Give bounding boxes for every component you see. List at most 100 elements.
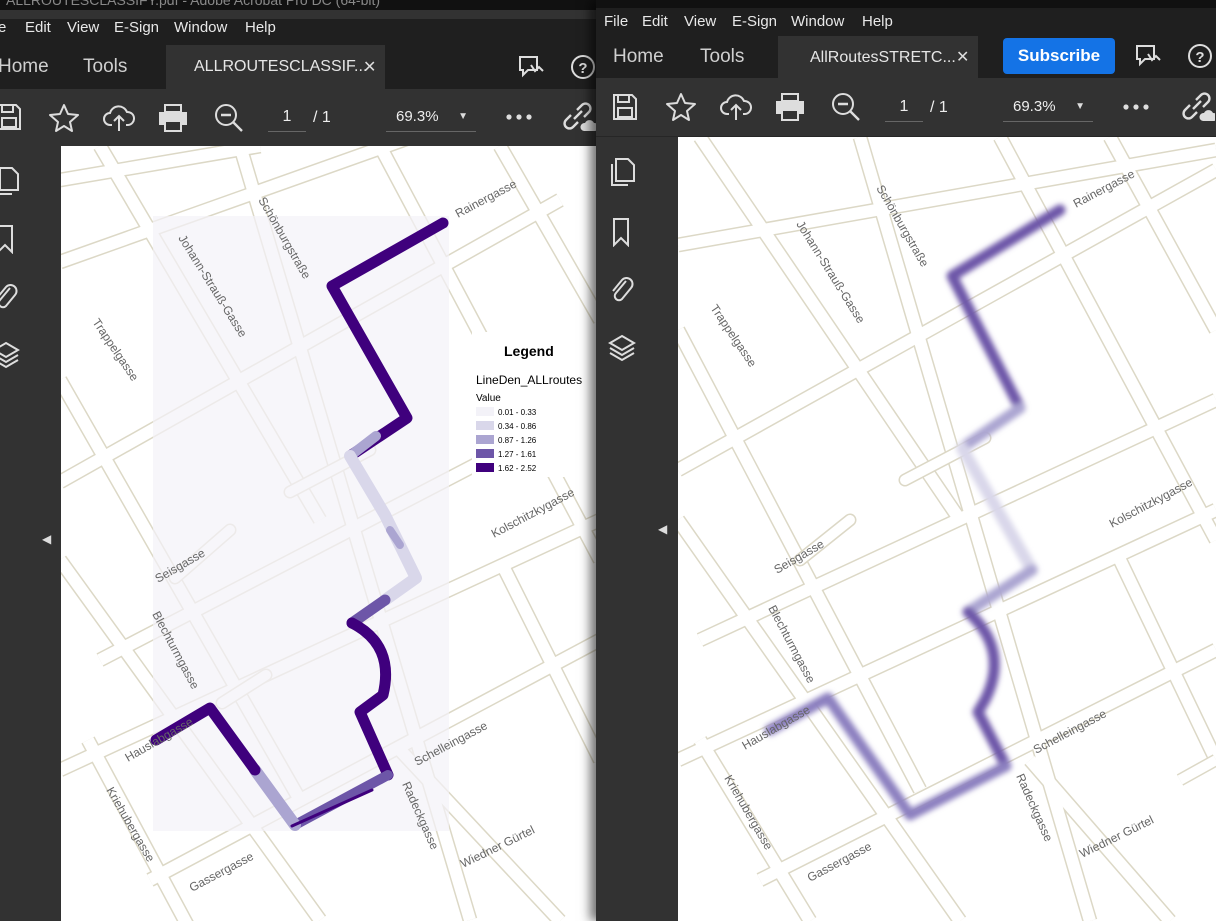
layers-icon[interactable] (0, 340, 20, 370)
label-trappelgasse: Trappelgasse (90, 316, 142, 384)
collapse-arrow-icon[interactable]: ◀ (42, 532, 51, 546)
document-tab-label: ALLROUTESCLASSIF... (194, 58, 368, 75)
left-acrobat-window: ALLROUTESCLASSIFY.pdf - Adobe Acrobat Pr… (0, 0, 600, 921)
right-acrobat-window: File Edit View E-Sign Window Help Home T… (596, 0, 1216, 921)
help-icon[interactable]: ? (1186, 42, 1214, 70)
document-tab-label: AllRoutesSTRETC... (810, 49, 956, 66)
bookmark-icon[interactable] (0, 224, 16, 254)
zoom-select[interactable]: 69.3% ▼ (1003, 93, 1093, 122)
menu-edit[interactable]: Edit (642, 13, 668, 30)
zoom-out-icon[interactable] (213, 102, 245, 134)
layers-icon[interactable] (608, 333, 636, 363)
tab-document[interactable]: AllRoutesSTRETC... ✕ (778, 36, 978, 78)
toolbar: 1 / 1 69.3% ▼ (596, 78, 1216, 137)
street-network (678, 137, 1216, 921)
menu-window[interactable]: Window (791, 13, 844, 30)
menu-file[interactable]: File (604, 13, 628, 30)
menu-edit[interactable]: Edit (25, 19, 51, 36)
star-icon[interactable] (665, 92, 697, 122)
legend-class-label: 1.62 - 2.52 (498, 464, 537, 473)
menu-esign[interactable]: E-Sign (114, 19, 159, 36)
menu-help[interactable]: Help (245, 19, 276, 36)
svg-text:?: ? (578, 60, 587, 77)
legend-layer: LineDen_ALLroutes (476, 373, 582, 387)
legend: Legend LineDen_ALLroutes Value 0.01 - 0.… (472, 332, 600, 477)
tab-home[interactable]: Home (0, 56, 49, 78)
bookmark-icon[interactable] (612, 217, 632, 247)
help-icon[interactable]: ? (569, 53, 597, 81)
attachment-icon[interactable] (610, 273, 634, 305)
tab-tools[interactable]: Tools (83, 56, 127, 78)
zoom-select[interactable]: 69.3% ▼ (386, 103, 476, 132)
save-icon[interactable] (0, 103, 22, 131)
pages-icon[interactable] (610, 157, 636, 187)
star-icon[interactable] (48, 103, 80, 133)
title-bar: ALLROUTESCLASSIFY.pdf - Adobe Acrobat Pr… (0, 0, 600, 10)
close-icon[interactable]: ✕ (363, 57, 376, 77)
menu-help[interactable]: Help (862, 13, 893, 30)
tab-bar: Home Tools AllRoutesSTRETC... ✕ Subscrib… (596, 36, 1216, 78)
menu-esign[interactable]: E-Sign (732, 13, 777, 30)
legend-swatch (476, 421, 494, 430)
zoom-out-icon[interactable] (830, 91, 862, 123)
svg-text:?: ? (1195, 49, 1204, 66)
left-sidebar: ◀ (0, 146, 61, 921)
page-number-input[interactable]: 1 (268, 103, 306, 132)
page-number-input[interactable]: 1 (885, 93, 923, 122)
close-icon[interactable]: ✕ (956, 47, 969, 67)
tab-home[interactable]: Home (613, 46, 664, 68)
window-title: ALLROUTESCLASSIFY.pdf - Adobe Acrobat Pr… (6, 0, 381, 8)
legend-title: Legend (504, 343, 554, 359)
print-icon[interactable] (774, 92, 806, 122)
tab-bar: Home Tools ALLROUTESCLASSIF... ✕ ? (0, 45, 600, 89)
legend-class-label: 0.34 - 0.86 (498, 422, 537, 431)
pdf-page: Rainergasse Schönburgstraße Johann-Strau… (61, 146, 600, 921)
chevron-down-icon: ▼ (1075, 101, 1085, 112)
legend-class-label: 0.87 - 1.26 (498, 436, 537, 445)
tab-tools[interactable]: Tools (700, 46, 744, 68)
save-icon[interactable] (612, 93, 638, 121)
label-rainergasse: Rainergasse (453, 177, 519, 221)
subscribe-button[interactable]: Subscribe (1003, 38, 1115, 74)
legend-class-label: 1.27 - 1.61 (498, 450, 537, 459)
chevron-down-icon: ▼ (458, 111, 468, 122)
legend-swatch (476, 435, 494, 444)
menu-file[interactable]: e (0, 19, 6, 36)
left-sidebar: ◀ (596, 137, 678, 921)
title-bar (596, 0, 1216, 8)
menu-bar: File Edit View E-Sign Window Help (596, 8, 1216, 36)
upload-cloud-icon[interactable] (720, 92, 752, 122)
more-icon[interactable] (1122, 103, 1150, 111)
comment-icon[interactable] (1134, 42, 1164, 70)
share-link-icon[interactable] (1179, 91, 1215, 123)
menu-bar: e Edit View E-Sign Window Help (0, 19, 600, 45)
map-canvas: Rainergasse Schönburgstraße Johann-Strau… (61, 146, 600, 921)
label-johann-strauss: Johann-Strauß-Gasse (793, 218, 868, 326)
map-canvas: Rainergasse Schönburgstraße Johann-Strau… (678, 137, 1216, 921)
raster-extent (153, 216, 449, 831)
upload-cloud-icon[interactable] (103, 103, 135, 133)
tab-document[interactable]: ALLROUTESCLASSIF... ✕ (166, 45, 385, 89)
zoom-value: 69.3% (396, 108, 439, 125)
legend-field: Value (476, 393, 501, 404)
pdf-page: Rainergasse Schönburgstraße Johann-Strau… (678, 137, 1216, 921)
page-total: / 1 (930, 99, 948, 116)
menu-window[interactable]: Window (174, 19, 227, 36)
share-link-icon[interactable] (560, 101, 596, 133)
comment-icon[interactable] (517, 53, 547, 81)
attachment-icon[interactable] (0, 280, 18, 312)
pages-icon[interactable] (0, 166, 20, 196)
collapse-arrow-icon[interactable]: ◀ (658, 522, 667, 536)
menu-view[interactable]: View (684, 13, 716, 30)
legend-class-label: 0.01 - 0.33 (498, 408, 537, 417)
page-total: / 1 (313, 109, 331, 126)
toolbar: 1 / 1 69.3% ▼ (0, 89, 600, 147)
zoom-value: 69.3% (1013, 98, 1056, 115)
legend-swatch (476, 407, 494, 416)
print-icon[interactable] (157, 103, 189, 133)
label-trappelgasse: Trappelgasse (708, 302, 760, 370)
legend-swatch (476, 449, 494, 458)
menu-view[interactable]: View (67, 19, 99, 36)
legend-swatch (476, 463, 494, 472)
more-icon[interactable] (505, 113, 533, 121)
